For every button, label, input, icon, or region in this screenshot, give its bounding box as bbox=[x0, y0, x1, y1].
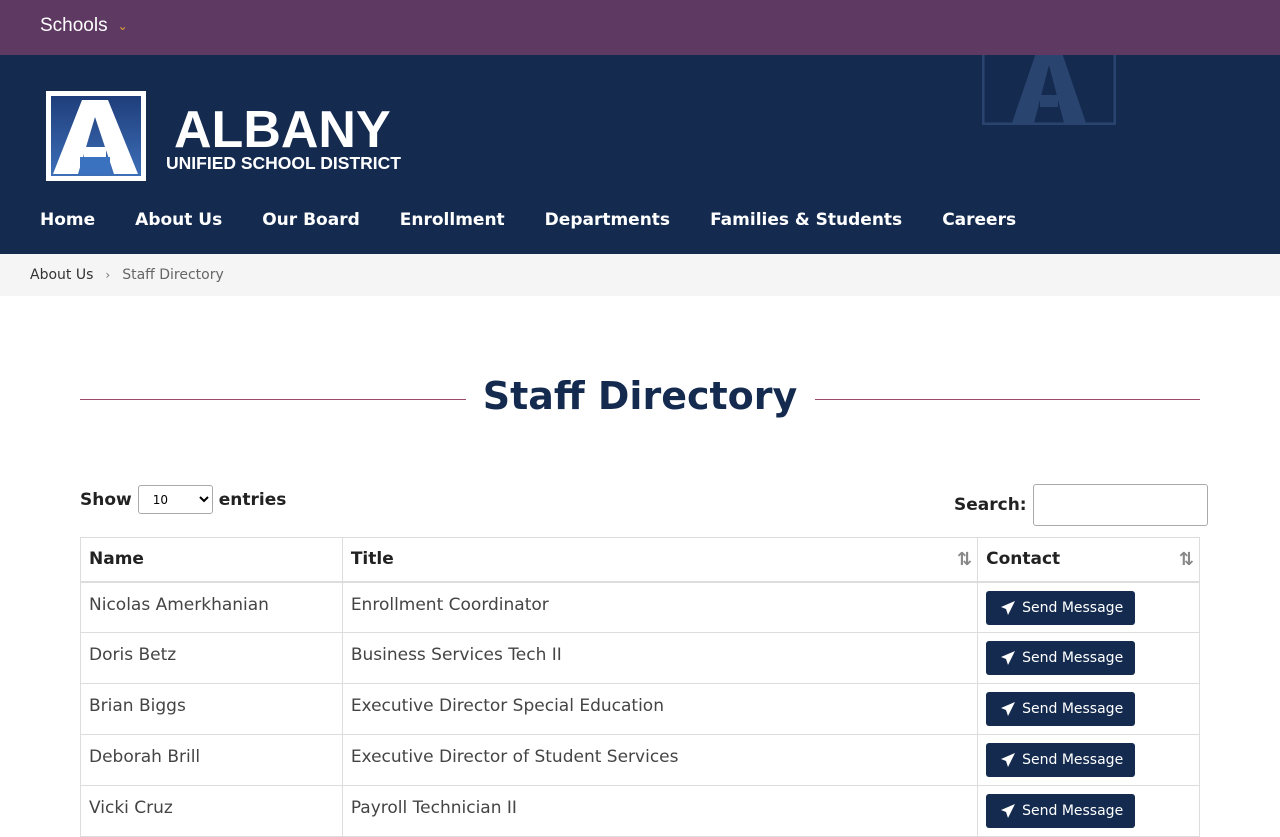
albany-a-emblem: ALBANY UNIFIED SCHOOL DISTRICT bbox=[46, 91, 401, 181]
entries-select[interactable]: 10 bbox=[137, 485, 213, 514]
paper-plane-icon bbox=[1001, 702, 1016, 716]
send-message-button[interactable]: Send Message bbox=[986, 692, 1136, 726]
cell-title: Business Services Tech II bbox=[341, 632, 979, 684]
send-message-button[interactable]: Send Message bbox=[986, 743, 1136, 777]
cell-name: Deborah Brill bbox=[80, 734, 343, 786]
cell-title: Executive Director Special Education bbox=[341, 683, 979, 735]
cell-title: Payroll Technician II bbox=[341, 785, 979, 837]
nav-home[interactable]: Home bbox=[40, 210, 95, 230]
breadcrumb: About Us › Staff Directory bbox=[0, 254, 1280, 296]
main-nav: Home About Us Our Board Enrollment Depar… bbox=[40, 210, 1056, 230]
send-message-button[interactable]: Send Message bbox=[986, 794, 1136, 828]
nav-about-us[interactable]: About Us bbox=[135, 210, 222, 230]
search-control: Search: bbox=[954, 484, 1208, 526]
paper-plane-icon bbox=[1001, 753, 1016, 767]
site-header: ALBANY UNIFIED SCHOOL DISTRICT Home Abou… bbox=[0, 55, 1280, 254]
cell-contact: Send Message bbox=[977, 683, 1200, 735]
staff-table: Name Title ⇅ Contact ⇅ Nicolas Amerkhanian… bbox=[80, 537, 1200, 837]
cell-contact: Send Message bbox=[977, 785, 1200, 837]
send-message-button[interactable]: Send Message bbox=[986, 641, 1136, 675]
cell-contact: Send Message bbox=[977, 632, 1200, 684]
top-bar: Schools ⌄ bbox=[0, 0, 1280, 55]
sort-icon[interactable]: ⇅ bbox=[1179, 549, 1194, 570]
cell-contact: Send Message bbox=[977, 581, 1200, 633]
cell-name: Nicolas Amerkhanian bbox=[80, 581, 343, 633]
staff-table-body: Nicolas Amerkhanian Enrollment Coordinato… bbox=[80, 581, 1200, 837]
send-message-button[interactable]: Send Message bbox=[986, 590, 1136, 625]
chevron-down-icon: ⌄ bbox=[117, 19, 128, 33]
nav-departments[interactable]: Departments bbox=[545, 210, 670, 230]
chevron-right-icon: › bbox=[105, 268, 111, 282]
albany-watermark-logo bbox=[982, 55, 1116, 125]
page-title-block: Staff Directory bbox=[80, 372, 1200, 428]
nav-families-students[interactable]: Families & Students bbox=[710, 210, 902, 230]
cell-title: Enrollment Coordinator bbox=[341, 581, 979, 633]
header-name[interactable]: Name bbox=[80, 537, 343, 583]
table-row: Brian Biggs Executive Director Special Ed… bbox=[80, 683, 1200, 735]
entries-label: entries bbox=[218, 489, 287, 510]
paper-plane-icon bbox=[1001, 804, 1016, 818]
header-title-label: Title bbox=[350, 549, 394, 570]
logo-name: ALBANY bbox=[174, 101, 391, 159]
logo-subtitle: UNIFIED SCHOOL DISTRICT bbox=[166, 153, 401, 173]
header-title[interactable]: Title ⇅ bbox=[341, 537, 979, 583]
table-row: Deborah Brill Executive Director of Stude… bbox=[80, 734, 1200, 786]
paper-plane-icon bbox=[1001, 600, 1016, 615]
breadcrumb-current: Staff Directory bbox=[122, 267, 224, 283]
send-message-label: Send Message bbox=[1022, 599, 1124, 616]
search-label: Search: bbox=[954, 495, 1027, 515]
header-contact[interactable]: Contact ⇅ bbox=[977, 537, 1200, 583]
nav-our-board[interactable]: Our Board bbox=[262, 210, 360, 230]
nav-careers[interactable]: Careers bbox=[942, 210, 1016, 230]
header-name-label: Name bbox=[89, 549, 144, 570]
cell-name: Brian Biggs bbox=[80, 683, 343, 735]
show-label: Show bbox=[80, 489, 132, 510]
cell-name: Vicki Cruz bbox=[80, 785, 343, 837]
send-message-label: Send Message bbox=[1022, 752, 1124, 768]
schools-dropdown[interactable]: Schools ⌄ bbox=[40, 15, 128, 37]
table-header-row: Name Title ⇅ Contact ⇅ bbox=[80, 537, 1200, 583]
page-title: Staff Directory bbox=[482, 374, 798, 418]
nav-enrollment[interactable]: Enrollment bbox=[400, 210, 505, 230]
search-input[interactable] bbox=[1032, 484, 1208, 526]
paper-plane-icon bbox=[1001, 651, 1016, 665]
cell-name: Doris Betz bbox=[80, 632, 343, 684]
table-row: Doris Betz Business Services Tech II Send … bbox=[80, 632, 1200, 684]
header-contact-label: Contact bbox=[986, 549, 1061, 570]
schools-label: Schools bbox=[40, 15, 108, 36]
table-row: Vicki Cruz Payroll Technician II Send Mess… bbox=[80, 785, 1200, 837]
sort-icon[interactable]: ⇅ bbox=[957, 549, 972, 570]
cell-contact: Send Message bbox=[977, 734, 1200, 786]
table-row: Nicolas Amerkhanian Enrollment Coordinato… bbox=[80, 581, 1200, 633]
send-message-label: Send Message bbox=[1022, 701, 1124, 717]
send-message-label: Send Message bbox=[1022, 803, 1124, 819]
breadcrumb-about-us[interactable]: About Us bbox=[30, 267, 93, 283]
district-logo[interactable]: ALBANY UNIFIED SCHOOL DISTRICT bbox=[46, 91, 436, 183]
cell-title: Executive Director of Student Services bbox=[341, 734, 979, 786]
page-size-control: Show 10 entries bbox=[80, 485, 286, 514]
send-message-label: Send Message bbox=[1022, 650, 1124, 666]
